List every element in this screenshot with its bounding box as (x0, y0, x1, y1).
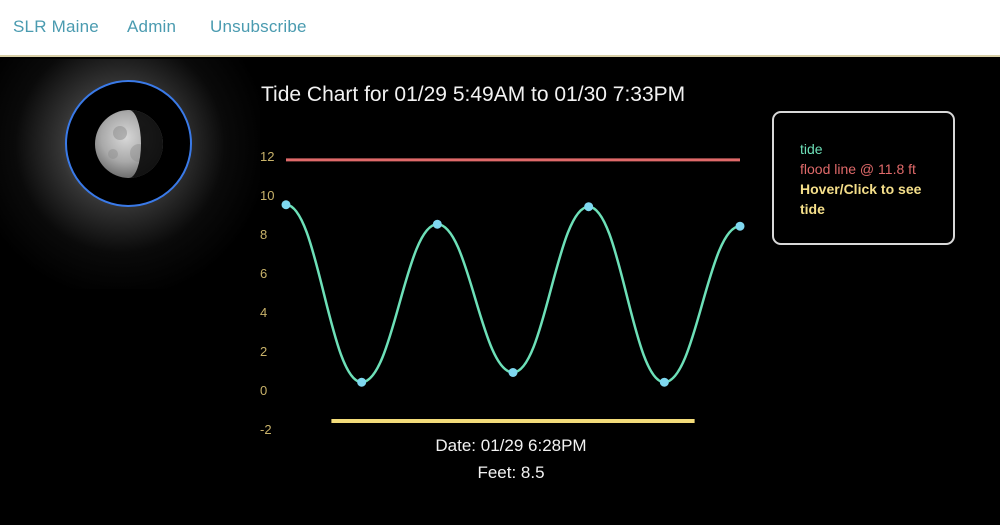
tide-data-point[interactable] (659, 377, 669, 387)
legend: tide flood line @ 11.8 ft Hover/Click to… (772, 111, 955, 245)
nav-unsubscribe-link[interactable]: Unsubscribe (210, 17, 307, 37)
readout-feet: Feet: 8.5 (477, 463, 545, 482)
legend-tide: tide (800, 141, 823, 157)
readout-date: Date: 01/29 6:28PM (435, 436, 587, 455)
y-tick-label: 6 (260, 266, 267, 281)
tide-data-point[interactable] (432, 219, 442, 229)
tide-data-point[interactable] (357, 377, 367, 387)
tide-data-point[interactable] (281, 200, 291, 210)
y-tick-label: 4 (260, 305, 267, 320)
tide-data-point[interactable] (584, 202, 594, 212)
main-content: Tide Chart for 01/29 5:49AM to 01/30 7:3… (0, 59, 1000, 525)
tide-data-point[interactable] (735, 221, 745, 231)
y-tick-label: 10 (260, 188, 274, 203)
legend-hover-hint: Hover/Click to see tide (800, 181, 922, 217)
y-tick-label: 8 (260, 227, 267, 242)
y-tick-label: -2 (260, 422, 272, 437)
tide-series-points (281, 200, 745, 387)
nav-brand-link[interactable]: SLR Maine (13, 17, 99, 37)
y-tick-label: 12 (260, 149, 274, 164)
tide-series-line[interactable] (285, 203, 741, 384)
top-navbar: SLR Maine Admin Unsubscribe (0, 0, 1000, 57)
nav-admin-link[interactable]: Admin (127, 17, 176, 37)
y-tick-label: 0 (260, 383, 267, 398)
y-axis-ticks: 12 10 8 6 4 2 0 -2 (260, 149, 274, 437)
tide-data-point[interactable] (508, 367, 518, 377)
legend-flood-line: flood line @ 11.8 ft (800, 161, 916, 177)
y-tick-label: 2 (260, 344, 267, 359)
